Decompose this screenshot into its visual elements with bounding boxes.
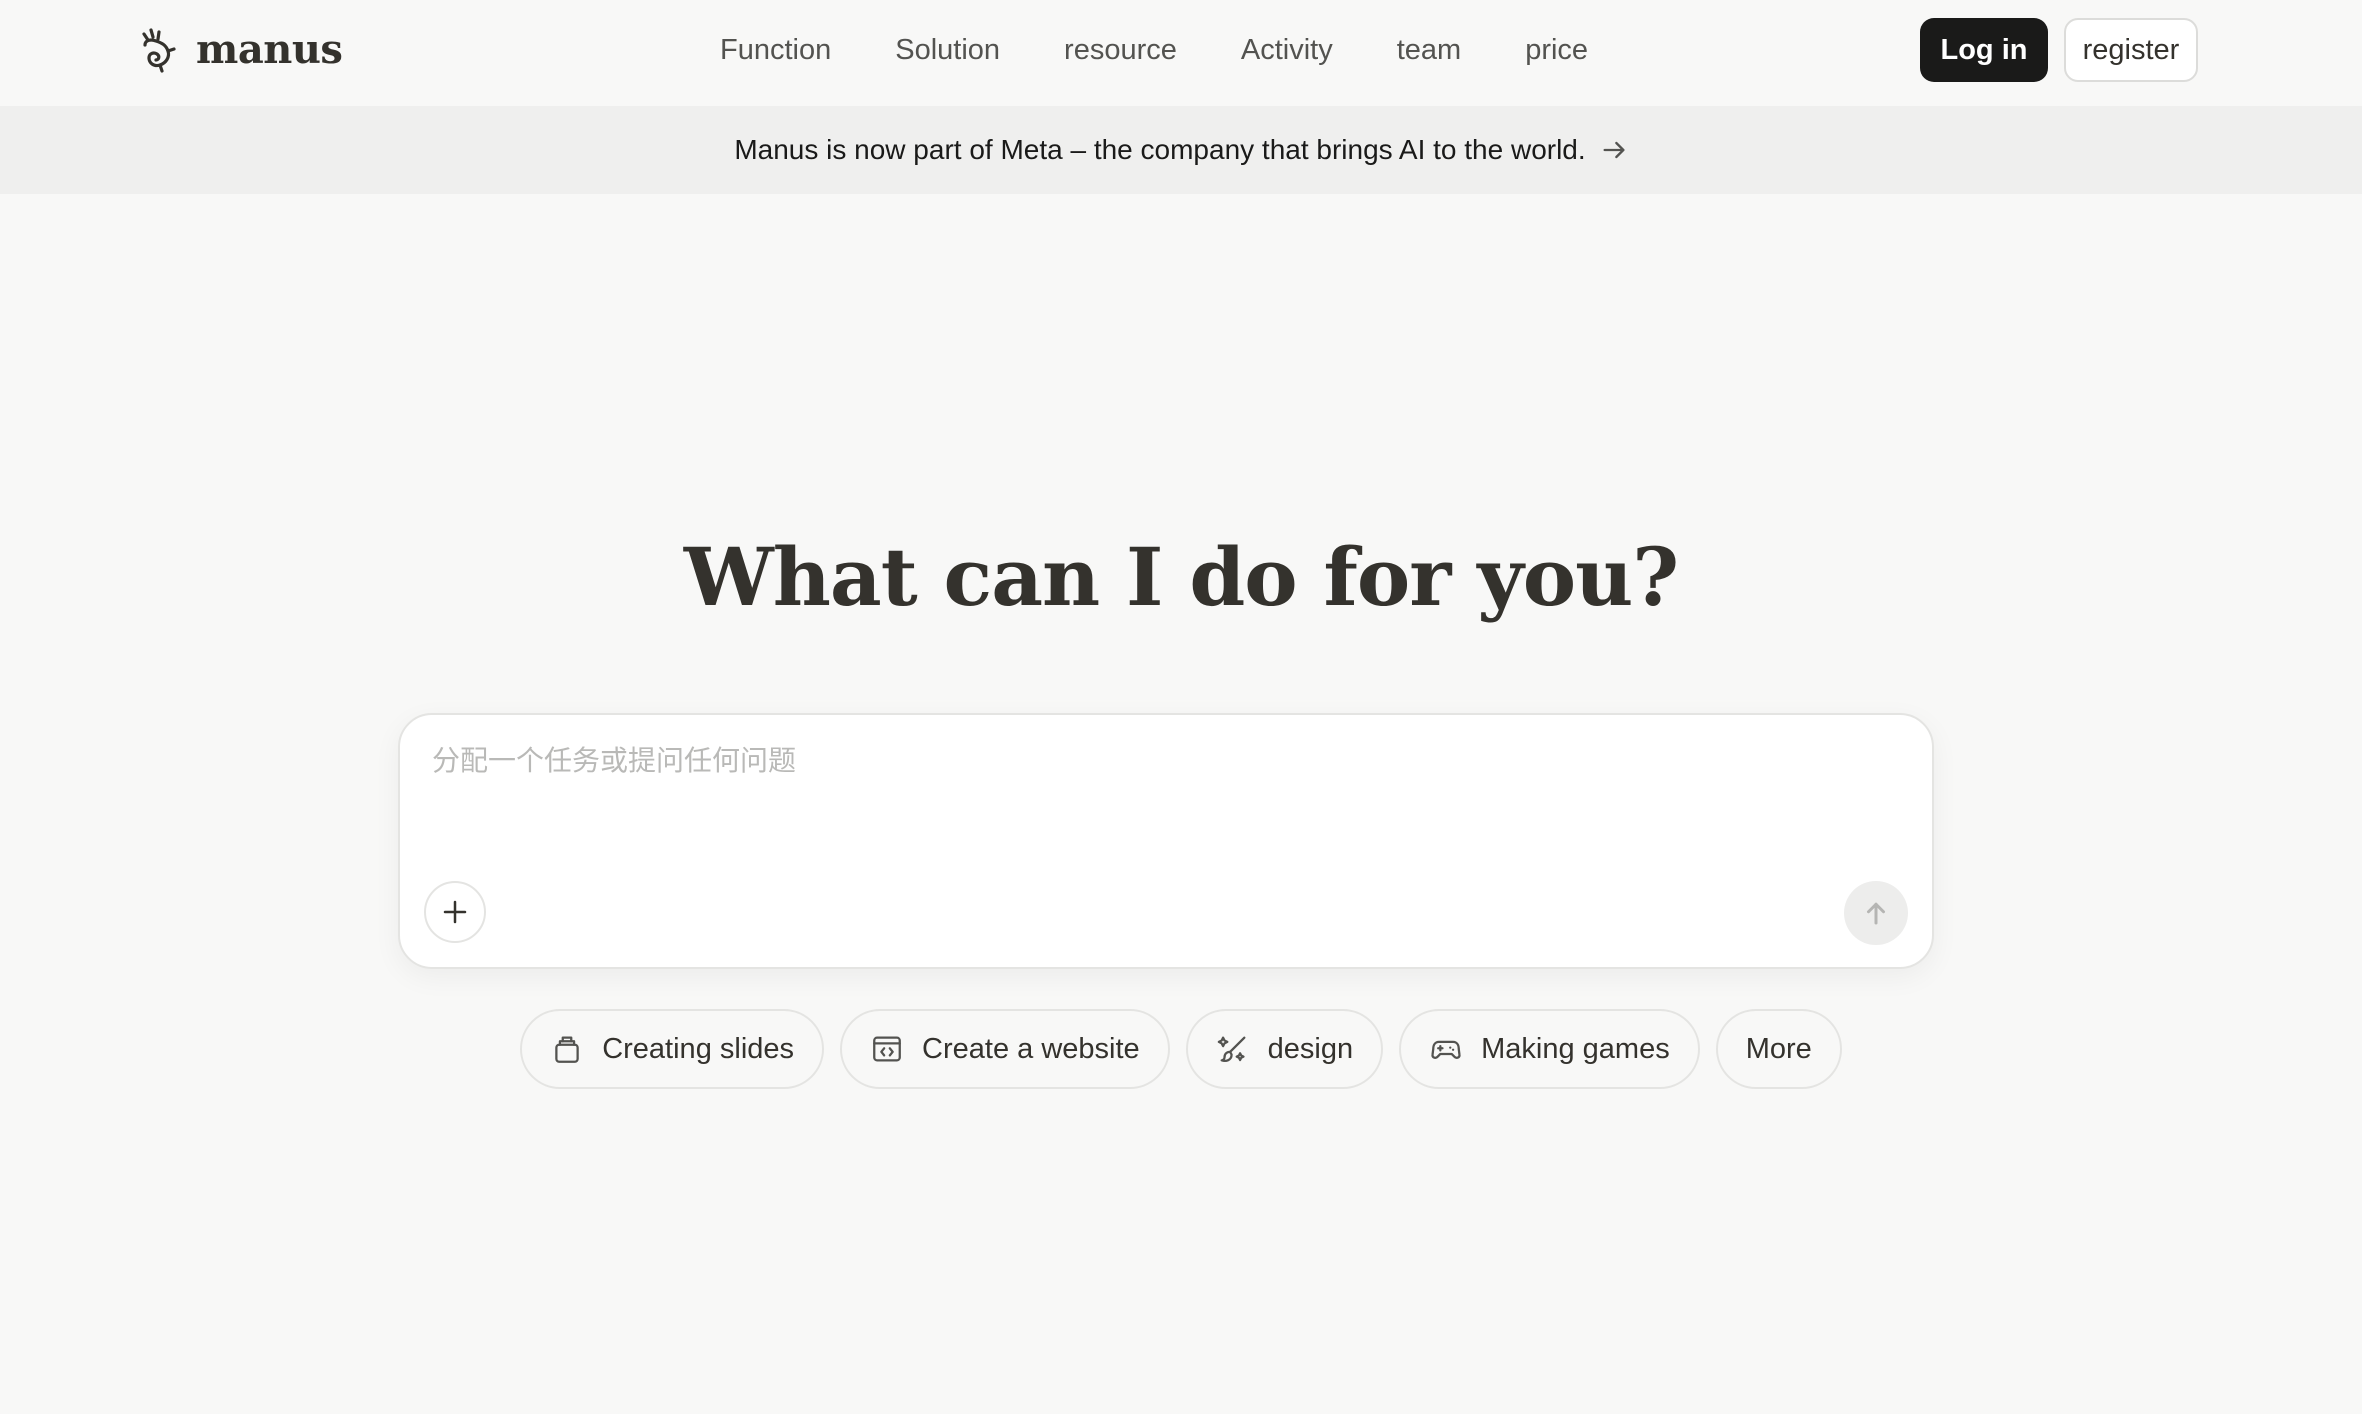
slides-icon xyxy=(555,1036,579,1063)
task-input[interactable] xyxy=(432,739,1892,819)
nav-function[interactable]: Function xyxy=(720,34,831,67)
chip-more[interactable]: More xyxy=(1715,1009,1842,1089)
manus-hand-logo-icon xyxy=(142,28,176,73)
register-button[interactable]: register xyxy=(2064,18,2198,82)
nav-resource[interactable]: resource xyxy=(1064,34,1177,67)
chip-label: Making games xyxy=(1481,1032,1670,1065)
arrow-up-icon xyxy=(1867,902,1885,925)
chip-design[interactable]: design xyxy=(1185,1009,1384,1089)
brand-name: manus xyxy=(196,25,343,73)
website-code-icon xyxy=(873,1036,901,1062)
gamepad-icon xyxy=(1431,1040,1461,1059)
login-button[interactable]: Log in xyxy=(1920,18,2048,82)
arrow-right-icon xyxy=(1603,141,1625,159)
chip-label: design xyxy=(1267,1032,1354,1065)
announcement-text: Manus is now part of Meta – the company … xyxy=(734,134,1586,165)
main-nav: Function Solution resource Activity team… xyxy=(720,28,1588,72)
chip-label: Create a website xyxy=(922,1032,1140,1065)
brand-logo[interactable]: manus xyxy=(136,24,343,74)
chip-label: More xyxy=(1745,1032,1812,1065)
design-brush-icon xyxy=(1217,1036,1246,1062)
task-composer xyxy=(398,713,1934,969)
nav-team[interactable]: team xyxy=(1397,34,1461,67)
nav-price[interactable]: price xyxy=(1525,34,1588,67)
attach-button[interactable] xyxy=(424,881,486,943)
top-navbar: manus Function Solution resource Activit… xyxy=(0,0,2362,106)
nav-solution[interactable]: Solution xyxy=(895,34,1000,67)
nav-activity[interactable]: Activity xyxy=(1241,34,1333,67)
chip-create-website[interactable]: Create a website xyxy=(840,1009,1170,1089)
quick-actions: Creating slides Create a website design … xyxy=(0,1009,2362,1089)
announcement-banner[interactable]: Manus is now part of Meta – the company … xyxy=(0,106,2362,194)
send-button[interactable] xyxy=(1844,881,1908,945)
chip-label: Creating slides xyxy=(602,1032,795,1065)
chip-making-games[interactable]: Making games xyxy=(1399,1009,1700,1089)
plus-icon xyxy=(443,900,467,924)
hero-title: What can I do for you? xyxy=(683,530,1679,624)
chip-creating-slides[interactable]: Creating slides xyxy=(520,1009,825,1089)
